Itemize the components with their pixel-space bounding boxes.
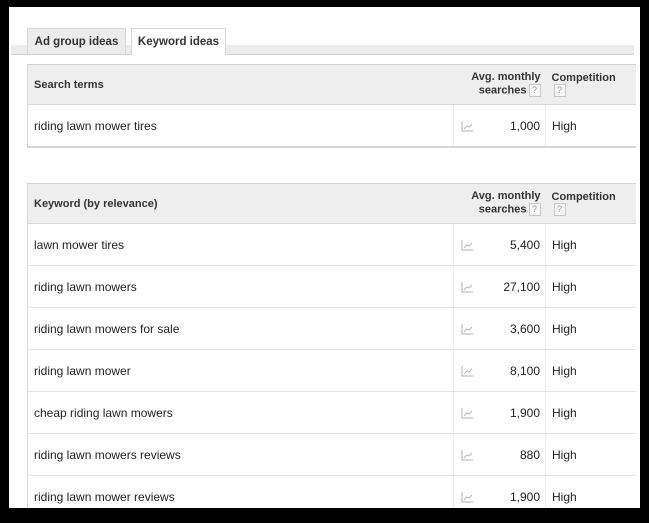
column-header-avg-monthly-searches[interactable]: Avg. monthly searches? xyxy=(453,183,546,224)
line-chart-icon[interactable] xyxy=(461,449,474,461)
keyword-text: riding lawn mowers xyxy=(34,279,137,294)
table-row: lawn mower tires 5,400 High xyxy=(27,223,636,266)
table-row: riding lawn mower 8,100 High xyxy=(27,349,636,392)
help-icon[interactable]: ? xyxy=(553,84,566,97)
line-chart-icon[interactable] xyxy=(461,120,474,132)
competition-cell: High xyxy=(545,391,636,434)
competition-cell: High xyxy=(545,349,636,392)
trend-cell xyxy=(453,391,486,434)
keyword-text: riding lawn mowers for sale xyxy=(34,321,180,336)
keyword-cell: riding lawn mower reviews xyxy=(28,476,454,509)
table-row: riding lawn mowers for sale 3,600 High xyxy=(27,307,636,350)
avg-monthly-searches-cell: 8,100 xyxy=(485,349,546,392)
help-icon[interactable]: ? xyxy=(553,203,566,216)
avg-monthly-searches-cell: 3,600 xyxy=(485,307,546,350)
avg-monthly-searches-cell: 1,900 xyxy=(509,489,541,504)
trend-cell xyxy=(453,223,486,266)
avg-monthly-searches-cell: 1,900 xyxy=(485,391,546,434)
table-header-row: Search terms Avg. monthly searches? Comp… xyxy=(27,64,636,105)
competition-cell: High xyxy=(545,104,636,148)
competition-cell: High xyxy=(545,475,636,508)
line-chart-icon[interactable] xyxy=(461,365,474,377)
keyword-cell: riding lawn mower tires xyxy=(27,104,454,148)
column-header-competition[interactable]: Competition? xyxy=(545,183,636,224)
keyword-cell: cheap riding lawn mowers xyxy=(27,391,454,434)
keyword-text: riding lawn mower tires xyxy=(34,118,157,133)
keyword-text: riding lawn mower reviews xyxy=(34,489,175,504)
avg-monthly-searches-cell: 27,100 xyxy=(485,265,546,308)
table-row: cheap riding lawn mowers 1,900 High xyxy=(27,391,636,434)
keyword-text: lawn mower tires xyxy=(34,237,125,252)
help-icon[interactable]: ? xyxy=(528,84,541,98)
tab-bar: Ad group ideas Keyword ideas xyxy=(11,28,634,55)
line-chart-icon[interactable] xyxy=(461,281,474,293)
keyword-cell: riding lawn mower xyxy=(27,349,454,392)
competition-cell: High xyxy=(545,433,636,476)
table-row: riding lawn mowers 27,100 High xyxy=(27,265,636,308)
trend-cell xyxy=(453,104,486,148)
competition-cell: High xyxy=(545,307,636,350)
trend-cell xyxy=(453,307,486,350)
help-icon[interactable]: ? xyxy=(528,203,541,217)
search-terms-table: Search terms Avg. monthly searches? Comp… xyxy=(27,64,636,148)
trend-cell xyxy=(453,349,486,392)
keyword-ideas-table: Keyword (by relevance) Avg. monthly sear… xyxy=(27,183,636,508)
tab-ad-group-ideas[interactable]: Ad group ideas xyxy=(27,28,126,54)
table-row: riding lawn mower tires 1,000 High xyxy=(27,104,636,148)
keyword-text: cheap riding lawn mowers xyxy=(34,405,173,420)
column-header-competition[interactable]: Competition? xyxy=(545,64,636,105)
trend-cell xyxy=(453,265,486,308)
line-chart-icon[interactable] xyxy=(461,407,474,419)
avg-monthly-searches-cell: 880 xyxy=(485,433,546,476)
keyword-cell: riding lawn mowers xyxy=(27,265,454,308)
tab-keyword-ideas[interactable]: Keyword ideas xyxy=(131,28,226,55)
line-chart-icon[interactable] xyxy=(461,323,474,335)
column-header-search-terms[interactable]: Search terms xyxy=(27,64,454,105)
table-row: riding lawn mowers reviews 880 High xyxy=(27,433,636,476)
line-chart-icon[interactable] xyxy=(461,239,474,251)
keyword-text: riding lawn mowers reviews xyxy=(34,447,181,462)
column-header-keyword[interactable]: Keyword (by relevance) xyxy=(27,183,454,224)
app-frame: Ad group ideas Keyword ideas Search term… xyxy=(9,7,640,508)
table-row: riding lawn mower reviews 1,900 High xyxy=(28,475,636,509)
column-header-avg-monthly-searches[interactable]: Avg. monthly searches? xyxy=(453,64,546,105)
trend-cell xyxy=(453,475,486,508)
line-chart-icon[interactable] xyxy=(461,491,474,503)
table-header-row: Keyword (by relevance) Avg. monthly sear… xyxy=(27,183,636,224)
keyword-cell: riding lawn mowers reviews xyxy=(27,433,454,476)
keyword-cell: lawn mower tires xyxy=(27,223,454,266)
avg-monthly-searches-cell: 5,400 xyxy=(485,223,546,266)
competition-cell: High xyxy=(545,223,636,266)
avg-monthly-searches-cell: 1,000 xyxy=(485,104,546,148)
keyword-cell: riding lawn mowers for sale xyxy=(27,307,454,350)
keyword-text: riding lawn mower xyxy=(34,363,131,378)
competition-cell: High xyxy=(545,265,636,308)
trend-cell xyxy=(453,433,486,476)
